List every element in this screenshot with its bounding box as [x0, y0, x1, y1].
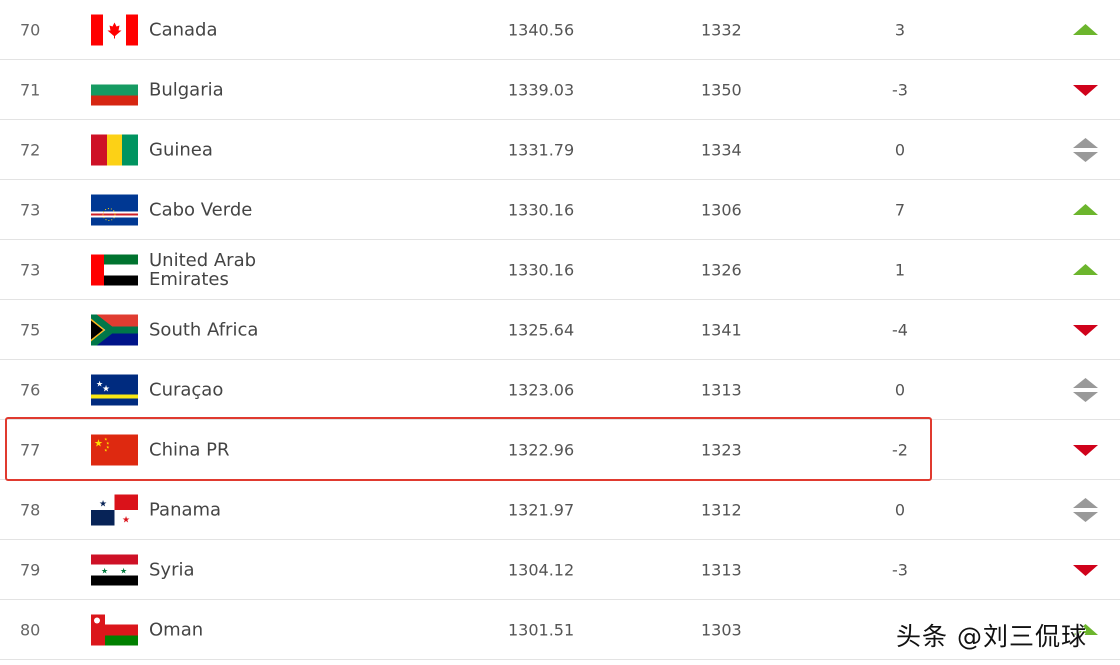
table-row[interactable]: 77 ★ ★ ★ ★ ★ China PR 1322.96 1323 -2 — [0, 420, 1120, 480]
previous-points: 1334 — [701, 140, 742, 159]
country-name[interactable]: South Africa — [149, 320, 289, 339]
total-points: 1322.96 — [508, 440, 575, 459]
total-points: 1323.06 — [508, 380, 575, 399]
rank-change: -3 — [892, 560, 908, 579]
flag-curacao-icon: ★ ★ — [91, 374, 138, 405]
flag-cabo-verde-icon — [91, 194, 138, 225]
table-row[interactable]: 76 ★ ★ Curaçao 1323.06 1313 0 — [0, 360, 1120, 420]
flag-south-africa-icon — [91, 314, 138, 345]
country-name[interactable]: Panama — [149, 500, 289, 519]
table-row[interactable]: 79 ★ ★ Syria 1304.12 1313 -3 — [0, 540, 1120, 600]
rank: 79 — [20, 560, 41, 579]
country-name[interactable]: Syria — [149, 560, 289, 579]
trend-same-icon — [1073, 497, 1098, 522]
total-points: 1304.12 — [508, 560, 575, 579]
table-row[interactable]: 75 South Africa 1325.64 1341 -4 — [0, 300, 1120, 360]
total-points: 1339.03 — [508, 80, 575, 99]
flag-china-icon: ★ ★ ★ ★ ★ — [91, 434, 138, 465]
trend-same-icon — [1073, 377, 1098, 402]
rank-change: 0 — [894, 500, 906, 519]
rank-change: 3 — [894, 20, 906, 39]
previous-points: 1323 — [701, 440, 742, 459]
svg-text:★: ★ — [99, 499, 107, 509]
trend-up-icon — [1073, 18, 1098, 42]
previous-points: 1350 — [701, 80, 742, 99]
rank: 71 — [20, 80, 41, 99]
trend-down-icon — [1073, 438, 1098, 462]
watermark: 头条 @刘三侃球 — [896, 622, 1087, 651]
total-points: 1330.16 — [508, 260, 575, 279]
rank-change: -3 — [892, 80, 908, 99]
total-points: 1321.97 — [508, 500, 575, 519]
country-name[interactable]: Guinea — [149, 140, 289, 159]
country-name[interactable]: Canada — [149, 20, 289, 39]
svg-text:★: ★ — [104, 447, 108, 452]
previous-points: 1341 — [701, 320, 742, 339]
svg-text:★: ★ — [120, 566, 127, 575]
rank: 80 — [20, 620, 41, 639]
total-points: 1325.64 — [508, 320, 575, 339]
previous-points: 1313 — [701, 560, 742, 579]
previous-points: 1313 — [701, 380, 742, 399]
rank-change: -4 — [892, 320, 908, 339]
flag-uae-icon — [91, 254, 138, 285]
rank-change: 0 — [894, 140, 906, 159]
flag-syria-icon: ★ ★ — [91, 554, 138, 585]
country-name[interactable]: United Arab Emirates — [149, 251, 289, 289]
rank-change: 1 — [894, 260, 906, 279]
total-points: 1301.51 — [508, 620, 575, 639]
rank: 73 — [20, 200, 41, 219]
trend-same-icon — [1073, 137, 1098, 162]
rank-change: 0 — [894, 380, 906, 399]
flag-guinea-icon — [91, 134, 138, 165]
country-name[interactable]: China PR — [149, 440, 289, 459]
rank: 72 — [20, 140, 41, 159]
trend-down-icon — [1073, 318, 1098, 342]
total-points: 1331.79 — [508, 140, 575, 159]
total-points: 1340.56 — [508, 20, 575, 39]
rank: 73 — [20, 260, 41, 279]
flag-canada-icon — [91, 14, 138, 45]
country-name[interactable]: Curaçao — [149, 380, 289, 399]
table-row[interactable]: 73 Cabo Verde 1330.16 1306 7 — [0, 180, 1120, 240]
country-name[interactable]: Bulgaria — [149, 80, 289, 99]
rank: 76 — [20, 380, 41, 399]
rank: 75 — [20, 320, 41, 339]
trend-up-icon — [1073, 198, 1098, 222]
svg-text:★: ★ — [101, 566, 108, 575]
previous-points: 1326 — [701, 260, 742, 279]
country-name[interactable]: Cabo Verde — [149, 200, 289, 219]
table-row[interactable]: 71 Bulgaria 1339.03 1350 -3 — [0, 60, 1120, 120]
svg-text:★: ★ — [94, 438, 103, 449]
svg-text:★: ★ — [102, 384, 110, 394]
rank-change: 7 — [894, 200, 906, 219]
rank-change: -2 — [892, 440, 908, 459]
svg-text:★: ★ — [122, 515, 130, 525]
trend-up-icon — [1073, 258, 1098, 282]
previous-points: 1332 — [701, 20, 742, 39]
table-row[interactable]: 78 ★ ★ Panama 1321.97 1312 0 — [0, 480, 1120, 540]
table-row[interactable]: 73 United Arab Emirates 1330.16 1326 1 — [0, 240, 1120, 300]
table-row[interactable]: 70 Canada 1340.56 1332 3 — [0, 0, 1120, 60]
previous-points: 1303 — [701, 620, 742, 639]
previous-points: 1312 — [701, 500, 742, 519]
trend-down-icon — [1073, 558, 1098, 582]
table-row[interactable]: 72 Guinea 1331.79 1334 0 — [0, 120, 1120, 180]
ranking-table: 70 Canada 1340.56 1332 3 71 Bulgaria 133… — [0, 0, 1120, 660]
flag-bulgaria-icon — [91, 74, 138, 105]
rank: 70 — [20, 20, 41, 39]
trend-down-icon — [1073, 78, 1098, 102]
rank: 78 — [20, 500, 41, 519]
flag-panama-icon: ★ ★ — [91, 494, 138, 525]
previous-points: 1306 — [701, 200, 742, 219]
flag-oman-icon — [91, 614, 138, 645]
country-name[interactable]: Oman — [149, 620, 289, 639]
total-points: 1330.16 — [508, 200, 575, 219]
rank: 77 — [20, 440, 41, 459]
